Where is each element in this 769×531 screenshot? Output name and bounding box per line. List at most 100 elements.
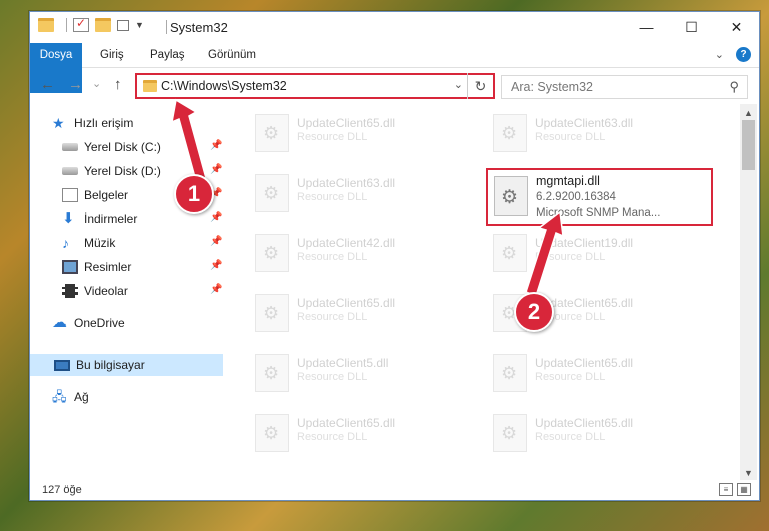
file-name: UpdateClient65.dll — [297, 296, 396, 310]
dll-file-icon — [255, 414, 289, 452]
list-item[interactable]: UpdateClient65.dll Resource DLL — [463, 348, 683, 398]
up-arrow-icon[interactable]: ↑ — [114, 76, 122, 93]
list-item[interactable]: UpdateClient19.dll Resource DLL — [463, 228, 683, 278]
folder-icon[interactable] — [38, 18, 54, 32]
scroll-down-icon[interactable]: ▼ — [744, 468, 753, 478]
nav-item-downloads[interactable]: ⬇ İndirmeler — [62, 208, 137, 230]
close-button[interactable]: ✕ — [714, 12, 759, 42]
nav-item-label: OneDrive — [74, 316, 125, 330]
star-icon: ★ — [52, 115, 65, 131]
nav-item-quick-access[interactable]: ★ Hızlı erişim — [52, 112, 133, 134]
nav-item-label: Müzik — [84, 236, 116, 250]
forward-arrow-icon[interactable]: → — [68, 76, 83, 93]
list-item[interactable]: UpdateClient65.dll Resource DLL — [225, 288, 445, 338]
nav-item-label: Yerel Disk (D:) — [84, 164, 161, 178]
window-controls: — ☐ ✕ — [624, 12, 759, 42]
tab-home[interactable]: Giriş — [90, 43, 134, 67]
list-item[interactable]: UpdateClient65.dll Resource DLL — [463, 288, 683, 338]
search-box[interactable]: Ara: System32 ⚲ — [501, 75, 748, 99]
title-bar: ▼ System32 — ☐ ✕ — [30, 12, 759, 43]
file-name: UpdateClient5.dll — [297, 356, 389, 370]
ribbon-controls: ⌄ ? — [715, 47, 751, 62]
nav-item-label: Videolar — [84, 284, 128, 298]
search-input[interactable]: Ara: System32 — [511, 80, 593, 94]
chevron-down-icon[interactable]: ⌄ — [715, 48, 724, 61]
nav-item-onedrive[interactable]: ☁ OneDrive — [52, 312, 125, 334]
pin-icon[interactable]: 📌 — [210, 212, 222, 223]
file-name: UpdateClient65.dll — [297, 116, 396, 130]
file-description: Resource DLL — [297, 131, 368, 143]
dll-file-icon — [493, 114, 527, 152]
file-description: Resource DLL — [297, 191, 368, 203]
address-bar[interactable]: C:\Windows\System32 ⌄ ↻ — [135, 73, 495, 99]
disk-icon — [62, 167, 78, 175]
disk-icon — [62, 143, 78, 151]
nav-item-network[interactable]: 🖧 Ağ — [52, 386, 89, 408]
videos-icon — [62, 284, 78, 298]
file-description: Resource DLL — [297, 311, 368, 323]
nav-item-pictures[interactable]: Resimler — [62, 256, 131, 278]
tab-share[interactable]: Paylaş — [140, 43, 195, 67]
file-description: Resource DLL — [297, 371, 368, 383]
file-list: UpdateClient65.dll Resource DLL UpdateCl… — [225, 104, 740, 474]
list-item[interactable]: UpdateClient65.dll Resource DLL — [225, 108, 445, 158]
recent-locations-icon[interactable]: ⌄ — [92, 77, 101, 90]
file-name: UpdateClient65.dll — [535, 416, 634, 430]
folder-icon — [143, 80, 157, 92]
file-name: UpdateClient63.dll — [297, 176, 396, 190]
pin-icon[interactable]: 📌 — [210, 236, 222, 247]
pictures-icon — [62, 260, 78, 274]
nav-item-documents[interactable]: Belgeler — [62, 184, 128, 206]
pin-icon[interactable]: 📌 — [210, 260, 222, 271]
nav-item-label: Hızlı erişim — [74, 116, 134, 130]
properties-icon[interactable] — [73, 16, 89, 32]
dll-file-icon — [255, 294, 289, 332]
search-icon[interactable]: ⚲ — [729, 79, 739, 95]
tab-view[interactable]: Görünüm — [198, 43, 266, 67]
customize-toolbar-icon[interactable]: ▼ — [135, 20, 144, 30]
dll-file-icon — [494, 176, 528, 216]
rename-icon[interactable] — [117, 19, 129, 31]
dll-file-icon — [255, 174, 289, 212]
file-description: Resource DLL — [297, 431, 368, 443]
list-item[interactable]: UpdateClient42.dll Resource DLL — [225, 228, 445, 278]
large-icons-view-icon[interactable]: ▦ — [737, 483, 751, 496]
pin-icon[interactable]: 📌 — [210, 140, 222, 151]
vertical-scrollbar[interactable]: ▲ ▼ — [740, 104, 757, 480]
file-description: Resource DLL — [535, 431, 606, 443]
back-arrow-icon[interactable]: ← — [40, 76, 55, 93]
refresh-icon[interactable]: ↻ — [467, 73, 493, 99]
help-icon[interactable]: ? — [736, 47, 751, 62]
nav-item-music[interactable]: ♪ Müzik — [62, 232, 115, 254]
address-dropdown-icon[interactable]: ⌄ — [454, 78, 463, 91]
nav-item-videos[interactable]: Videolar — [62, 280, 128, 302]
documents-icon — [62, 188, 78, 202]
scrollbar-thumb[interactable] — [742, 120, 755, 170]
list-item[interactable]: UpdateClient63.dll Resource DLL — [225, 168, 445, 218]
file-description: Resource DLL — [535, 251, 606, 263]
nav-item-label: Bu bilgisayar — [76, 358, 145, 372]
list-item[interactable]: UpdateClient65.dll Resource DLL — [463, 408, 683, 458]
minimize-button[interactable]: — — [624, 12, 669, 42]
details-view-icon[interactable]: ≡ — [719, 483, 733, 496]
file-description: Resource DLL — [535, 131, 606, 143]
nav-item-this-pc[interactable]: Bu bilgisayar — [30, 354, 223, 376]
highlighted-file-item[interactable]: mgmtapi.dll 6.2.9200.16384 Microsoft SNM… — [486, 168, 713, 226]
nav-item-disk-d[interactable]: Yerel Disk (D:) — [62, 160, 161, 182]
list-item[interactable]: UpdateClient5.dll Resource DLL — [225, 348, 445, 398]
nav-item-disk-c[interactable]: Yerel Disk (C:) — [62, 136, 223, 158]
cloud-icon: ☁ — [52, 314, 67, 331]
separator — [166, 20, 167, 34]
pc-icon — [54, 359, 70, 371]
maximize-button[interactable]: ☐ — [669, 12, 714, 42]
pin-icon[interactable]: 📌 — [210, 164, 222, 175]
new-folder-icon[interactable] — [95, 18, 111, 32]
list-item[interactable]: UpdateClient63.dll Resource DLL — [463, 108, 683, 158]
separator — [66, 18, 67, 32]
list-item[interactable]: UpdateClient65.dll Resource DLL — [225, 408, 445, 458]
network-icon: 🖧 — [52, 389, 67, 404]
pin-icon[interactable]: 📌 — [210, 284, 222, 295]
address-path[interactable]: C:\Windows\System32 — [161, 79, 287, 93]
scroll-up-icon[interactable]: ▲ — [744, 108, 753, 118]
dll-file-icon — [255, 114, 289, 152]
